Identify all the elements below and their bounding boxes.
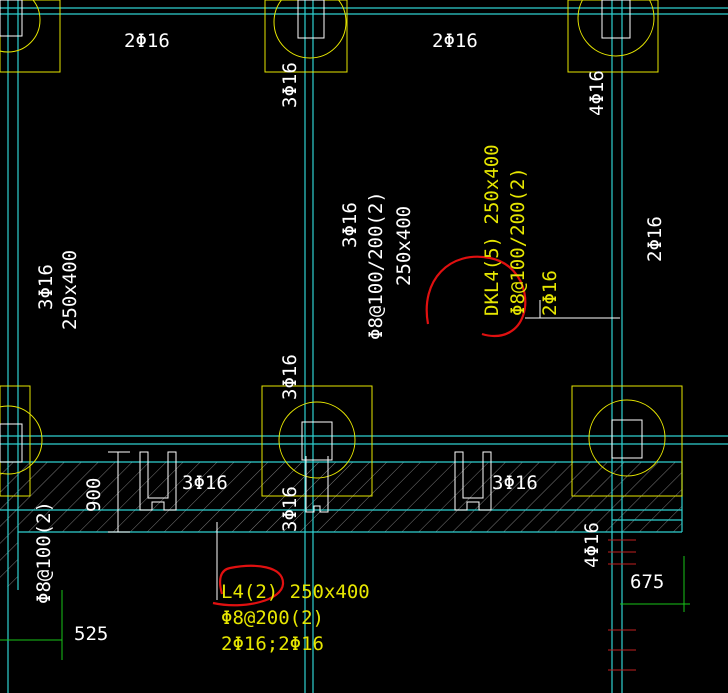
label-top-left-bars: 2Φ16 (124, 30, 170, 52)
label-left-bars: 3Φ16 (35, 264, 57, 310)
dimension-900: 900 (83, 478, 105, 512)
label-right-bars: 2Φ16 (644, 216, 666, 262)
dimension-675: 675 (630, 571, 664, 593)
label-right-wall-bars: 4Φ16 (581, 522, 603, 568)
column-top-left (0, 0, 61, 73)
column-top-mid (264, 0, 348, 73)
label-dkl4-stirrup: Φ8@100/200(2) (507, 167, 529, 316)
label-dkl4-name: DKL4(5) 250x400 (481, 144, 503, 316)
label-mid-size: 250x400 (393, 206, 415, 286)
label-left-stirrup: Φ8@100(2) (33, 501, 55, 604)
label-under-col-bars: 3Φ16 (279, 486, 301, 532)
structural-plan: 2Φ16 2Φ16 4Φ16 3Φ16 3Φ16 250x400 3Φ16 Φ8… (0, 0, 728, 693)
label-dkl4-bars: 2Φ16 (539, 270, 561, 316)
dimension-525: 525 (74, 623, 108, 645)
label-mid-stirrup: Φ8@100/200(2) (365, 191, 387, 340)
label-mid-bars: 3Φ16 (339, 202, 361, 248)
label-wall-left-bars: 3Φ16 (182, 472, 228, 494)
label-top-mid-bars: 2Φ16 (432, 30, 478, 52)
hatched-wall-left (0, 532, 18, 587)
label-wall-right-bars: 3Φ16 (492, 472, 538, 494)
label-right-top-bars: 4Φ16 (586, 70, 608, 116)
column-top-right (567, 0, 659, 73)
leader-lines (108, 300, 620, 600)
label-left-size: 250x400 (59, 250, 81, 330)
cad-drawing-canvas[interactable]: 2Φ16 2Φ16 4Φ16 3Φ16 3Φ16 250x400 3Φ16 Φ8… (0, 0, 728, 693)
label-mid-col-bars: 3Φ16 (279, 354, 301, 400)
label-l4-bars: 2Φ16;2Φ16 (221, 633, 324, 655)
label-l4-name: L4(2) 250x400 (221, 581, 370, 603)
label-col-mid-top-bars: 3Φ16 (279, 62, 301, 108)
label-l4-stirrup: Φ8@200(2) (221, 607, 324, 629)
